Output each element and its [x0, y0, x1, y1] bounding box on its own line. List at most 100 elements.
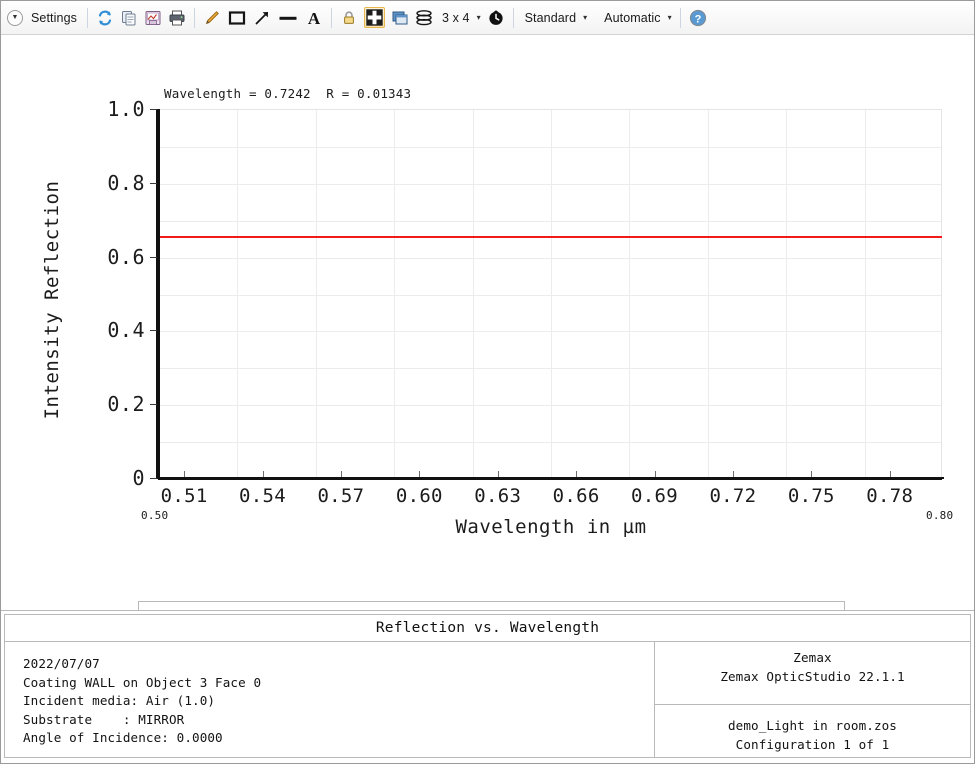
gridline-horizontal	[159, 221, 941, 222]
toolbar-separator	[680, 8, 681, 28]
print-button[interactable]	[165, 5, 189, 31]
y-axis-tick	[150, 330, 157, 331]
line-button[interactable]	[274, 5, 302, 31]
svg-text:A: A	[308, 9, 321, 27]
gridline-vertical	[865, 110, 866, 477]
y-axis-tick-label: 0.4	[97, 318, 145, 342]
gridline-vertical	[708, 110, 709, 477]
layers-button[interactable]	[412, 5, 436, 31]
chart-canvas[interactable]: Wavelength = 0.7242 R = 0.01343 Intensit…	[1, 35, 974, 605]
toolbar-separator	[331, 8, 332, 28]
optic-studio-analysis-window: ▼ Settings	[0, 0, 975, 764]
x-axis-tick-label: 0.69	[631, 485, 678, 507]
x-axis-start-label: 0.50	[141, 509, 168, 522]
window-button[interactable]	[388, 5, 412, 31]
gridline-vertical	[394, 110, 395, 477]
chevron-down-icon: ▾	[583, 13, 587, 22]
copy-button[interactable]	[117, 5, 141, 31]
clock-icon	[487, 9, 505, 27]
gridline-horizontal	[159, 184, 941, 185]
gridline-vertical	[551, 110, 552, 477]
history-button[interactable]	[484, 5, 508, 31]
print-icon	[168, 9, 186, 27]
x-axis-tick-label: 0.72	[709, 485, 756, 507]
style-label: Standard	[522, 11, 580, 25]
help-icon: ?	[689, 9, 707, 27]
tile-window-button[interactable]	[361, 5, 388, 31]
x-axis-tick-label: 0.63	[474, 485, 521, 507]
gridline-vertical	[786, 110, 787, 477]
toolbar: ▼ Settings	[1, 1, 974, 35]
line-icon	[277, 9, 299, 27]
product-info: Zemax Zemax OpticStudio 22.1.1 demo_Ligh…	[655, 642, 970, 757]
settings-label: Settings	[28, 11, 80, 25]
vendor-name: Zemax	[655, 648, 970, 667]
lock-button[interactable]	[337, 5, 361, 31]
product-version: Zemax OpticStudio 22.1.1	[655, 667, 970, 686]
footer-panel: Reflection vs. Wavelength 2022/07/07 Coa…	[1, 610, 974, 763]
analysis-details: 2022/07/07 Coating WALL on Object 3 Face…	[5, 642, 655, 757]
x-axis-title: Wavelength in µm	[156, 516, 946, 538]
chart-caption: Reflection vs. Wavelength	[4, 614, 971, 641]
x-axis-tick-label: 0.66	[553, 485, 600, 507]
save-icon	[144, 9, 162, 27]
vendor-block: Zemax Zemax OpticStudio 22.1.1	[655, 642, 970, 705]
gridline-horizontal	[159, 442, 941, 443]
plot-grid	[158, 109, 942, 478]
scale-dropdown[interactable]: Automatic ▾	[598, 5, 675, 31]
gridline-horizontal	[159, 258, 941, 259]
chevron-down-icon: ▾	[668, 13, 672, 22]
x-axis-end-label: 0.80	[926, 509, 953, 522]
annotate-button[interactable]	[200, 5, 224, 31]
layers-icon	[415, 9, 433, 27]
series-edge-drop	[158, 109, 160, 478]
y-axis-tick	[150, 257, 157, 258]
arrow-icon	[253, 9, 271, 27]
y-axis-tick	[150, 478, 157, 479]
y-axis-tick-label: 0.2	[97, 392, 145, 416]
gridline-vertical	[237, 110, 238, 477]
gridline-horizontal	[159, 295, 941, 296]
gridline-horizontal	[159, 331, 941, 332]
help-button[interactable]: ?	[686, 5, 710, 31]
x-axis-tick-label: 0.54	[239, 485, 286, 507]
svg-text:?: ?	[694, 13, 701, 25]
chevron-down-icon: ▾	[477, 13, 481, 22]
gridline-vertical	[316, 110, 317, 477]
rectangle-button[interactable]	[224, 5, 250, 31]
settings-button[interactable]: ▼ Settings	[5, 5, 82, 31]
y-axis-tick	[150, 109, 157, 110]
grid-size-dropdown[interactable]: 3 x 4 ▾	[436, 5, 484, 31]
series-line	[158, 477, 942, 480]
copy-icon	[120, 9, 138, 27]
x-axis-tick-label: 0.60	[396, 485, 443, 507]
text-button[interactable]: A	[302, 5, 326, 31]
style-dropdown[interactable]: Standard ▾	[519, 5, 591, 31]
grid-size-label: 3 x 4	[439, 11, 473, 25]
y-axis-tick-label: 0	[97, 466, 145, 490]
refresh-icon	[96, 9, 114, 27]
gridline-horizontal	[159, 147, 941, 148]
arrow-button[interactable]	[250, 5, 274, 31]
toolbar-separator	[513, 8, 514, 28]
y-axis-tick	[150, 183, 157, 184]
file-name: demo_Light in room.zos	[655, 716, 970, 735]
refresh-button[interactable]	[93, 5, 117, 31]
series-line	[158, 236, 942, 238]
gridline-horizontal	[159, 368, 941, 369]
windows-icon	[391, 9, 409, 27]
chevron-down-circle-icon: ▼	[7, 10, 23, 26]
y-axis-tick-label: 0.8	[97, 171, 145, 195]
lock-icon	[340, 9, 358, 27]
x-axis-tick-label: 0.57	[317, 485, 364, 507]
text-icon: A	[305, 9, 323, 27]
y-axis-title: Intensity Reflection	[41, 135, 63, 465]
x-axis-tick-label: 0.75	[788, 485, 835, 507]
configuration-label: Configuration 1 of 1	[655, 735, 970, 754]
y-axis-tick-label: 1.0	[97, 97, 145, 121]
y-axis-tick-label: 0.6	[97, 245, 145, 269]
scale-label: Automatic	[601, 11, 663, 25]
y-axis-tick	[150, 404, 157, 405]
info-row: 2022/07/07 Coating WALL on Object 3 Face…	[4, 641, 971, 758]
save-button[interactable]	[141, 5, 165, 31]
